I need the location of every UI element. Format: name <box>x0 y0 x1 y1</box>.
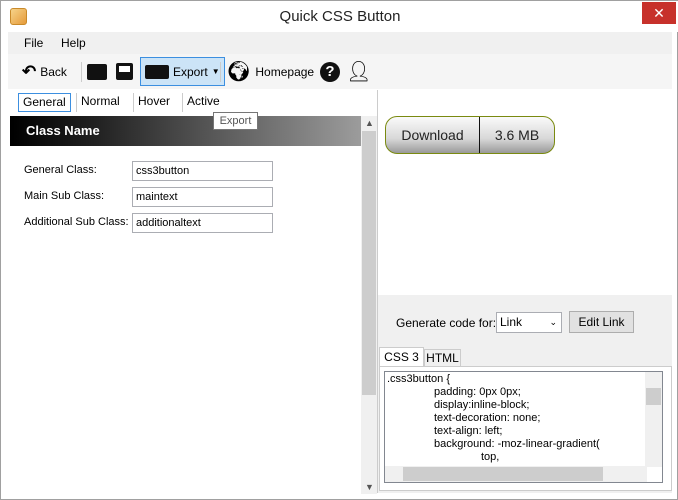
left-scrollbar[interactable]: ▲ ▼ <box>361 116 377 494</box>
code-line: padding: 0px 0px; <box>434 386 521 398</box>
scrollbar-thumb[interactable] <box>403 467 603 481</box>
close-button[interactable]: ✕ <box>642 2 676 24</box>
chevron-down-icon: ▼ <box>211 67 220 76</box>
back-arrow-icon: ↶ <box>22 61 37 81</box>
code-line: text-align: left; <box>434 425 503 437</box>
main-sub-class-input[interactable]: maintext <box>132 187 273 207</box>
download-label: Download <box>386 117 480 153</box>
generate-select[interactable]: Link ⌄ <box>496 312 562 333</box>
divider <box>220 62 221 82</box>
generate-label: Generate code for: <box>396 316 497 330</box>
code-line: top, <box>481 451 500 463</box>
scroll-up-icon[interactable]: ▲ <box>365 118 374 128</box>
code-line: display:inline-block; <box>434 399 530 411</box>
scroll-down-icon[interactable]: ▼ <box>365 482 374 492</box>
tab-css3[interactable]: CSS 3 <box>379 347 424 367</box>
menu-bar: File Help <box>8 32 672 54</box>
globe-icon: 🌍︎ <box>226 61 252 83</box>
general-class-label: General Class: <box>24 164 97 176</box>
tooltip: Export <box>213 112 258 130</box>
back-button[interactable]: ↶ Back <box>22 58 67 85</box>
homepage-button[interactable]: 🌍︎ Homepage <box>226 58 314 85</box>
general-class-input[interactable]: css3button <box>132 161 273 181</box>
code-textarea[interactable]: .css3button { padding: 0px 0px; display:… <box>384 371 663 483</box>
export-dropdown-button[interactable]: Export ▼ <box>140 57 225 86</box>
tab-hover[interactable]: Hover <box>133 93 174 112</box>
divider <box>81 62 82 82</box>
save-icon <box>116 63 133 80</box>
folder-icon <box>87 63 107 80</box>
open-button[interactable] <box>87 58 107 85</box>
edit-link-button[interactable]: Edit Link <box>569 311 634 333</box>
toolbar: ↶ Back Export ▼ 🌍︎ Homepage ? 👤︎ <box>8 54 672 89</box>
tab-normal[interactable]: Normal <box>76 93 124 112</box>
user-icon: 👤︎ <box>346 61 372 83</box>
scrollbar-thumb[interactable] <box>362 131 376 395</box>
code-line: text-decoration: none; <box>434 412 541 424</box>
main-sub-class-label: Main Sub Class: <box>24 190 105 202</box>
code-line: .css3button { <box>387 373 450 385</box>
code-vertical-scrollbar[interactable] <box>645 372 662 467</box>
tab-html[interactable]: HTML <box>424 349 461 367</box>
save-button[interactable] <box>116 58 133 85</box>
truck-icon <box>145 64 169 79</box>
section-header: Class Name <box>10 116 361 146</box>
code-horizontal-scrollbar[interactable] <box>385 466 647 482</box>
tab-general[interactable]: General <box>18 93 71 112</box>
additional-sub-class-input[interactable]: additionaltext <box>132 213 273 233</box>
app-icon <box>10 8 27 25</box>
tab-bar: General Normal Hover Active <box>8 90 376 114</box>
additional-sub-class-label: Additional Sub Class: <box>24 216 129 228</box>
code-line: background: -moz-linear-gradient( <box>434 438 600 450</box>
window-title: Quick CSS Button <box>1 1 678 32</box>
download-preview-button[interactable]: Download 3.6 MB <box>385 116 555 154</box>
file-size: 3.6 MB <box>494 127 540 143</box>
menu-file[interactable]: File <box>24 36 43 50</box>
user-button[interactable]: 👤︎ <box>346 58 371 85</box>
help-button[interactable]: ? <box>320 58 340 85</box>
chevron-down-icon: ⌄ <box>549 317 557 327</box>
menu-help[interactable]: Help <box>61 36 86 50</box>
scrollbar-thumb[interactable] <box>646 388 661 405</box>
tab-active[interactable]: Active <box>182 93 224 112</box>
help-icon: ? <box>320 61 340 82</box>
